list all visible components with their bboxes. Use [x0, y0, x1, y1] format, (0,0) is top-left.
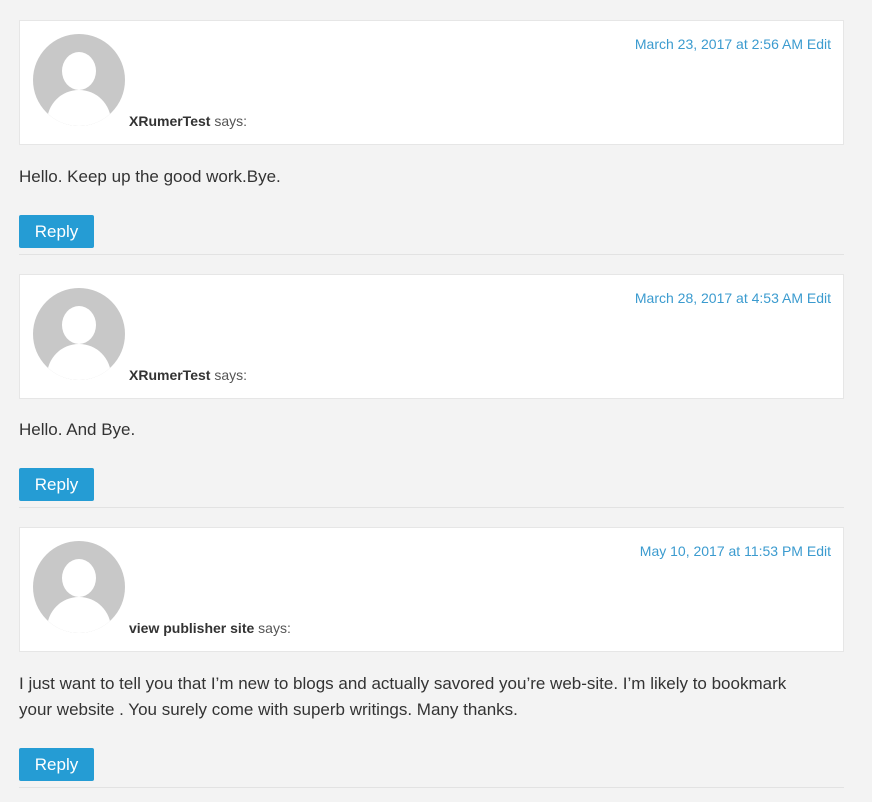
avatar: [33, 541, 125, 633]
reply-button[interactable]: Reply: [19, 748, 94, 781]
author-line: XRumerTest says:: [129, 367, 247, 383]
author-line: XRumerTest says:: [129, 113, 247, 129]
author-name: XRumerTest: [129, 113, 211, 129]
comment-meta: May 10, 2017 at 11:53 PM Edit view publi…: [19, 527, 844, 652]
comment-meta: March 23, 2017 at 2:56 AM Edit XRumerTes…: [19, 20, 844, 145]
comment-date-edit: May 10, 2017 at 11:53 PM Edit: [640, 543, 831, 559]
edit-link[interactable]: Edit: [807, 36, 831, 52]
comment-date-edit: March 23, 2017 at 2:56 AM Edit: [635, 36, 831, 52]
author-line: view publisher site says:: [129, 620, 291, 636]
author-name[interactable]: view publisher site: [129, 620, 254, 636]
reply-button[interactable]: Reply: [19, 215, 94, 248]
avatar-shoulders-shape: [47, 344, 111, 380]
comment-divider: [19, 787, 844, 788]
comment-text: Hello. And Bye.: [19, 420, 136, 439]
avatar-shoulders-shape: [47, 597, 111, 633]
comment-text: I just want to tell you that I’m new to …: [19, 674, 787, 719]
comment-text: Hello. Keep up the good work.Bye.: [19, 167, 281, 186]
comment-divider: [19, 507, 844, 508]
comment-date-link[interactable]: May 10, 2017 at 11:53 PM: [640, 543, 803, 559]
comment-date-link[interactable]: March 28, 2017 at 4:53 AM: [635, 290, 803, 306]
avatar: [33, 34, 125, 126]
avatar-head-shape: [62, 559, 96, 597]
comment-divider: [19, 254, 844, 255]
says-label: says:: [214, 367, 248, 383]
comment-meta: March 28, 2017 at 4:53 AM Edit XRumerTes…: [19, 274, 844, 399]
edit-link[interactable]: Edit: [807, 290, 831, 306]
avatar-head-shape: [62, 306, 96, 344]
edit-link[interactable]: Edit: [807, 543, 831, 559]
avatar-shoulders-shape: [47, 90, 111, 126]
avatar-head-shape: [62, 52, 96, 90]
reply-button[interactable]: Reply: [19, 468, 94, 501]
says-label: says:: [214, 113, 248, 129]
comment-date-edit: March 28, 2017 at 4:53 AM Edit: [635, 290, 831, 306]
comment-date-link[interactable]: March 23, 2017 at 2:56 AM: [635, 36, 803, 52]
avatar: [33, 288, 125, 380]
author-name: XRumerTest: [129, 367, 211, 383]
says-label: says:: [258, 620, 291, 636]
